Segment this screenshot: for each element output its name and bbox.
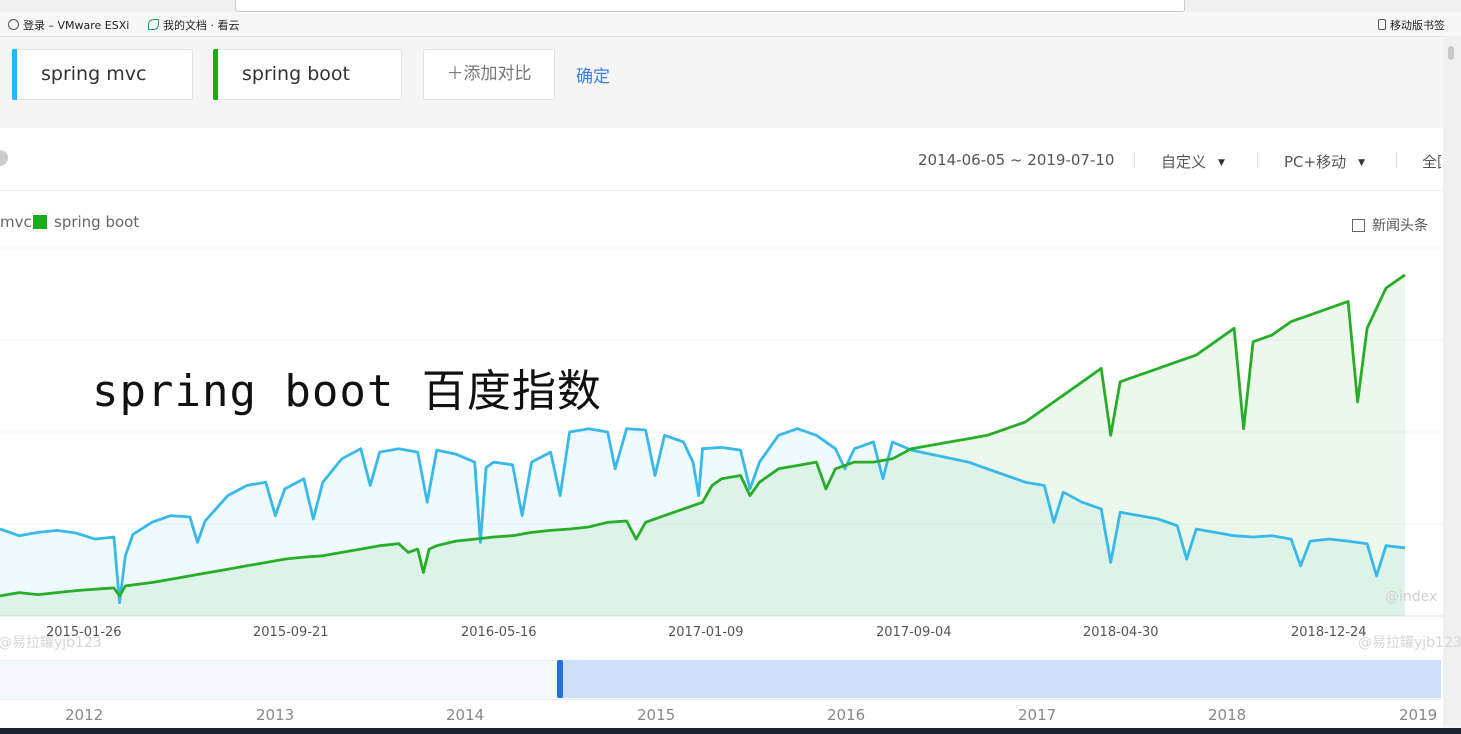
year-tick: 2016 (827, 706, 866, 724)
watermark-right: @易拉罐yjb123 (1358, 635, 1461, 651)
keyword-color-bar (213, 49, 218, 100)
bookmark-vmware[interactable]: 登录 – VMware ESXi (8, 17, 129, 33)
range-handle[interactable] (557, 660, 563, 698)
chart-areas (0, 274, 1405, 616)
page-scrollbar[interactable] (1443, 36, 1461, 726)
x-tick: 2017-01-09 (668, 625, 744, 640)
taskbar (0, 728, 1461, 734)
bookmarks-bar: 登录 – VMware ESXi 我的文档 · 看云 移动版书签 (0, 12, 1461, 37)
year-tick: 2012 (65, 706, 104, 724)
keyword-color-bar (12, 49, 17, 100)
x-tick: 2015-09-21 (253, 625, 329, 640)
year-tick: 2018 (1208, 706, 1247, 724)
bookmark-kancloud[interactable]: 我的文档 · 看云 (148, 17, 240, 33)
year-tick: 2015 (637, 706, 676, 724)
overlay-title: spring boot 百度指数 (92, 366, 602, 417)
scrollbar-thumb[interactable] (1448, 46, 1454, 60)
confirm-button[interactable]: 确定 (576, 62, 610, 87)
mobile-bookmarks[interactable]: 移动版书签 (1378, 17, 1445, 33)
watermark-index: @index (1385, 589, 1438, 605)
keyword-spring-boot[interactable]: spring boot (213, 49, 402, 100)
year-tick: 2014 (446, 706, 485, 724)
year-tick: 2017 (1018, 706, 1057, 724)
range-selection[interactable] (559, 660, 1441, 698)
address-bar[interactable] (235, 0, 1185, 12)
x-tick: 2018-12-24 (1291, 625, 1367, 640)
x-tick: 2018-04-30 (1083, 625, 1159, 640)
year-tick: 2013 (256, 706, 295, 724)
globe-icon (8, 19, 19, 30)
keyword-spring-mvc[interactable]: spring mvc (12, 49, 193, 100)
x-tick: 2016-05-16 (461, 625, 537, 640)
x-tick: 2015-01-26 (46, 625, 122, 640)
leaf-icon (148, 19, 159, 30)
phone-icon (1378, 19, 1386, 30)
add-compare-button[interactable]: ＋添加对比 (423, 49, 555, 100)
year-tick: 2019 (1399, 706, 1438, 724)
x-tick: 2017-09-04 (876, 625, 952, 640)
